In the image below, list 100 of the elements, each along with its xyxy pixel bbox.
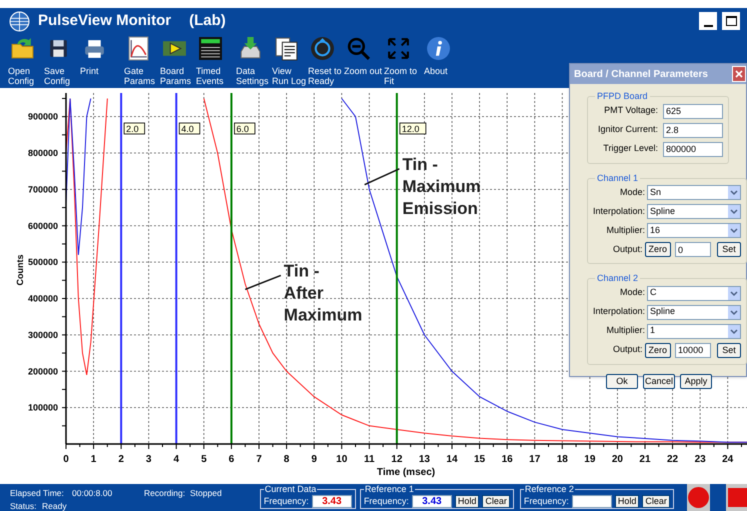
zoom-out-icon <box>346 36 371 61</box>
field-label: Output: <box>613 242 643 256</box>
axis-tick-label: 21 <box>639 454 651 465</box>
toolbar-button[interactable]: Open Config <box>8 36 44 86</box>
dialog-button[interactable]: Apply <box>680 374 712 388</box>
status-button[interactable]: Clear <box>642 494 670 508</box>
dropdown[interactable]: Spline <box>647 304 742 320</box>
group-title: PFPD Board <box>596 90 649 103</box>
minimize-icon <box>704 25 712 27</box>
leader-line <box>364 168 400 186</box>
status-label: Status: <box>10 501 38 511</box>
text-input[interactable]: 0 <box>675 242 712 257</box>
axis-tick-label: 700000 <box>28 184 58 194</box>
axis-tick-label: 16 <box>502 454 513 465</box>
axis-tick-label: 100000 <box>28 402 58 413</box>
axis-tick-label: 200000 <box>28 366 58 376</box>
toolbar-button[interactable]: Print <box>80 36 116 86</box>
maximize-button[interactable] <box>722 12 740 30</box>
field-label: Interpolation: <box>593 204 646 218</box>
field-label: Multiplier: <box>606 324 646 338</box>
dropdown[interactable]: Sn <box>647 185 742 200</box>
dropdown[interactable]: C <box>647 286 742 300</box>
status-value: Ready <box>42 501 68 511</box>
download-drive-icon <box>238 36 263 61</box>
record-icon <box>688 487 709 508</box>
annotation-text: Tin - After Maximum <box>284 261 362 324</box>
axis-tick-label: 1 <box>90 454 96 465</box>
zero-button[interactable]: Zero <box>644 342 672 358</box>
status-label: Elapsed Time: <box>10 488 65 498</box>
axis-tick-label: 400000 <box>28 294 58 304</box>
document-icon <box>274 36 299 61</box>
axis-tick-label: 18 <box>556 454 568 465</box>
frequency-field[interactable]: 3.43 <box>412 494 452 508</box>
field-label: Frequency: <box>264 496 309 506</box>
stop-icon <box>728 488 747 507</box>
toolbar-button[interactable]: Zoom out <box>344 36 384 86</box>
toolbar-button[interactable]: Zoom to Fit <box>384 36 424 86</box>
status-button[interactable]: Clear <box>482 494 510 508</box>
axis-tick-label: 17 <box>529 454 540 465</box>
zero-button[interactable]: Zero <box>644 242 672 257</box>
dialog-button[interactable]: Cancel <box>643 374 675 388</box>
toolbar-button[interactable]: Board Params <box>160 36 196 86</box>
axis-tick-label: 11 <box>364 454 375 465</box>
record-button[interactable] <box>686 484 710 511</box>
group-title: Reference 1 <box>364 485 415 494</box>
dialog-button[interactable]: Ok <box>606 374 638 388</box>
status-button[interactable]: Hold <box>614 494 640 508</box>
minimize-button[interactable] <box>699 12 717 30</box>
set-button[interactable]: Set <box>717 342 742 358</box>
close-icon <box>735 70 743 78</box>
status-value: 00:00:8.00 <box>72 488 114 498</box>
axis-tick-label: 9 <box>311 454 317 465</box>
status-button[interactable]: Hold <box>454 494 480 508</box>
text-input[interactable]: 625 <box>663 104 723 118</box>
toolbar-button[interactable]: Gate Params <box>124 36 160 86</box>
axis-tick-label: 8 <box>284 454 290 465</box>
axis-tick-label: 5 <box>201 454 207 465</box>
frequency-field[interactable]: 3.43 <box>312 494 352 508</box>
dropdown[interactable]: Spline <box>647 204 742 219</box>
field-label: Multiplier: <box>606 224 646 237</box>
field-label: Interpolation: <box>593 305 646 318</box>
field-label: Frequency: <box>364 496 409 506</box>
axis-tick-label: 15 <box>474 454 486 465</box>
leader-line <box>244 274 282 290</box>
axis-title: Counts <box>15 254 25 286</box>
folder-arrow-icon <box>10 36 35 61</box>
axis-tick-label: 3 <box>146 454 152 465</box>
axis-tick-label: 300000 <box>28 330 58 340</box>
group-title: Channel 1 <box>596 172 640 184</box>
stop-button[interactable] <box>726 484 747 511</box>
text-input[interactable]: 2.8 <box>663 122 723 138</box>
axis-tick-label: 600000 <box>28 220 58 231</box>
set-button[interactable]: Set <box>717 242 742 257</box>
dropdown[interactable]: 1 <box>647 324 742 338</box>
axis-tick-label: 2 <box>118 454 124 465</box>
dial-icon <box>310 36 335 61</box>
toolbar-button[interactable]: View Run Log <box>272 36 308 86</box>
text-input[interactable]: 800000 <box>663 142 723 156</box>
axis-tick-label: 6 <box>228 454 234 465</box>
toolbar-button[interactable]: Timed Events <box>196 36 232 86</box>
frequency-field[interactable] <box>572 494 612 508</box>
axis-tick-label: 7 <box>256 454 262 465</box>
axis-tick-label: 500000 <box>28 257 58 268</box>
globe-icon <box>9 11 30 32</box>
toolbar-button[interactable]: Data Settings <box>236 36 272 86</box>
text-input[interactable]: 10000 <box>675 342 712 358</box>
axis-tick-label: 20 <box>612 454 623 465</box>
close-button[interactable] <box>732 66 746 82</box>
expand-icon <box>386 36 411 61</box>
field-label: Trigger Level: <box>603 142 658 156</box>
toolbar-button[interactable]: About <box>424 36 464 86</box>
field-label: PMT Voltage: <box>604 104 658 118</box>
field-label: Mode: <box>620 286 646 300</box>
axis-tick-label: 0 <box>63 454 69 465</box>
toolbar-button[interactable]: Save Config <box>44 36 80 86</box>
field-label: Output: <box>613 343 643 356</box>
display-icon <box>198 36 223 61</box>
dropdown[interactable]: 16 <box>647 223 742 238</box>
maximize-icon <box>726 16 736 26</box>
toolbar-button[interactable]: Reset to Ready <box>308 36 344 86</box>
